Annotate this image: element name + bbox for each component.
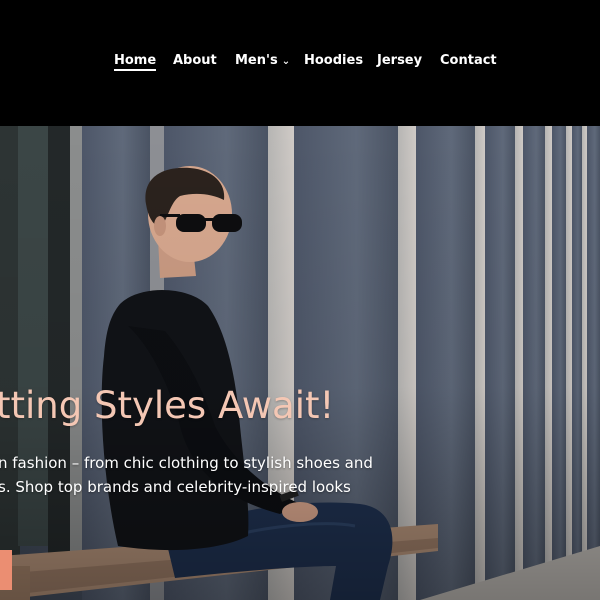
hero-description: n fashion – from chic clothing to stylis…: [0, 451, 398, 499]
nav-hoodies-label: Hoodies: [304, 53, 364, 68]
main-nav: Home About Men's ⌄ Hoodies Jersey Contact: [0, 50, 600, 74]
hero-description-line-1: n fashion – from chic clothing to stylis…: [0, 454, 373, 472]
hero-title: tting Styles Await!: [0, 384, 335, 427]
nav-jersey[interactable]: Jersey: [377, 50, 422, 74]
nav-hoodies[interactable]: Hoodies: [304, 50, 363, 74]
nav-contact[interactable]: Contact: [440, 50, 497, 74]
nav-jersey-label: Jersey: [377, 53, 423, 68]
hero-cta-button[interactable]: [0, 550, 12, 590]
nav-home-label: Home: [114, 53, 157, 71]
nav-about[interactable]: About: [173, 50, 217, 74]
nav-mens[interactable]: Men's ⌄: [235, 50, 290, 74]
nav-contact-label: Contact: [440, 53, 497, 68]
hero-banner: tting Styles Await! n fashion – from chi…: [0, 126, 600, 600]
top-navbar: Home About Men's ⌄ Hoodies Jersey Contact: [0, 0, 600, 126]
hero-description-line-2: s. Shop top brands and celebrity-inspire…: [0, 478, 351, 496]
nav-mens-label: Men's: [235, 53, 278, 68]
nav-about-label: About: [173, 53, 217, 68]
nav-home[interactable]: Home: [114, 50, 157, 74]
chevron-down-icon: ⌄: [281, 56, 291, 67]
hero-image: [0, 126, 600, 600]
